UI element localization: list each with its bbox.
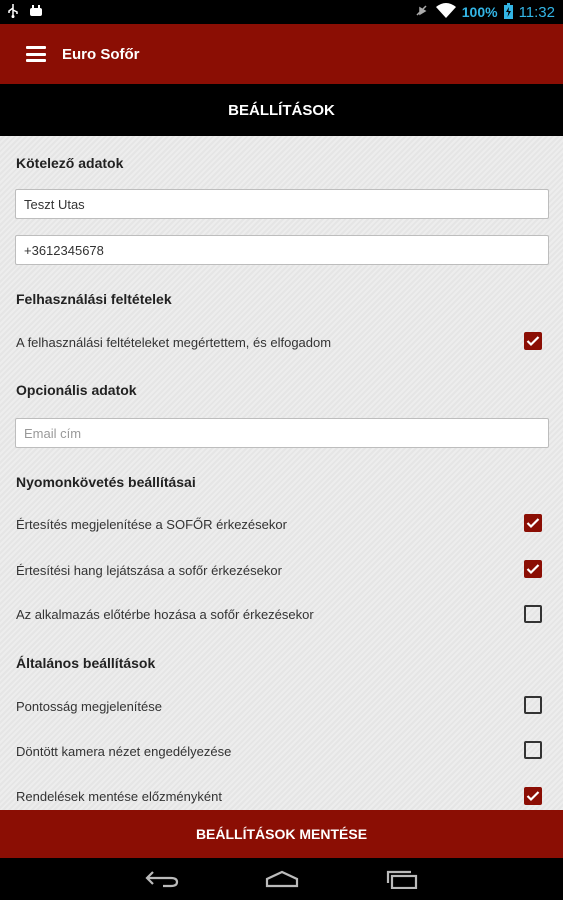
system-nav-bar: [0, 858, 563, 900]
terms-accept-checkbox[interactable]: [524, 332, 542, 350]
page-title: BEÁLLÍTÁSOK: [0, 84, 563, 136]
section-title-optional: Opcionális adatok: [16, 382, 137, 398]
wifi-icon: [435, 2, 456, 22]
section-title-terms: Felhasználási feltételek: [16, 291, 172, 307]
back-icon[interactable]: [144, 867, 180, 891]
status-time: 11:32: [518, 3, 555, 21]
general-label-accuracy: Pontosság megjelenítése: [16, 699, 162, 714]
recent-apps-icon[interactable]: [384, 867, 420, 891]
general-checkbox-save-history[interactable]: [524, 787, 542, 805]
usb-icon: [8, 3, 18, 21]
section-title-required: Kötelező adatok: [16, 155, 124, 171]
tracking-checkbox-sound[interactable]: [524, 560, 542, 578]
android-debug-icon: [28, 4, 44, 20]
general-label-save-history: Rendelések mentése előzményként: [16, 789, 222, 804]
battery-icon: [503, 2, 513, 22]
battery-percent: 100%: [461, 4, 498, 20]
section-title-tracking: Nyomonkövetés beállításai: [16, 474, 196, 490]
settings-form: Kötelező adatok Felhasználási feltételek…: [0, 136, 563, 810]
tracking-label-foreground: Az alkalmazás előtérbe hozása a sofőr ér…: [16, 607, 314, 622]
tracking-label-notify: Értesítés megjelenítése a SOFŐR érkezése…: [16, 517, 287, 532]
name-field[interactable]: [15, 189, 549, 219]
terms-accept-label: A felhasználási feltételeket megértettem…: [16, 335, 332, 350]
general-checkbox-accuracy[interactable]: [524, 696, 542, 714]
save-settings-button[interactable]: BEÁLLÍTÁSOK MENTÉSE: [0, 810, 563, 858]
tracking-checkbox-foreground[interactable]: [524, 605, 542, 623]
phone-field[interactable]: [15, 235, 549, 265]
tracking-label-sound: Értesítési hang lejátszása a sofőr érkez…: [16, 563, 282, 578]
silent-icon: [414, 3, 430, 22]
hamburger-icon[interactable]: [26, 46, 46, 62]
tracking-checkbox-notify[interactable]: [524, 514, 542, 532]
app-title: Euro Sofőr: [62, 45, 140, 63]
email-field[interactable]: [15, 418, 549, 448]
section-title-general: Általános beállítások: [16, 655, 156, 671]
status-bar: 100% 11:32: [0, 0, 563, 24]
app-bar: Euro Sofőr: [0, 24, 563, 84]
general-label-tilted-camera: Döntött kamera nézet engedélyezése: [16, 744, 232, 759]
general-checkbox-tilted-camera[interactable]: [524, 741, 542, 759]
home-icon[interactable]: [264, 867, 300, 891]
